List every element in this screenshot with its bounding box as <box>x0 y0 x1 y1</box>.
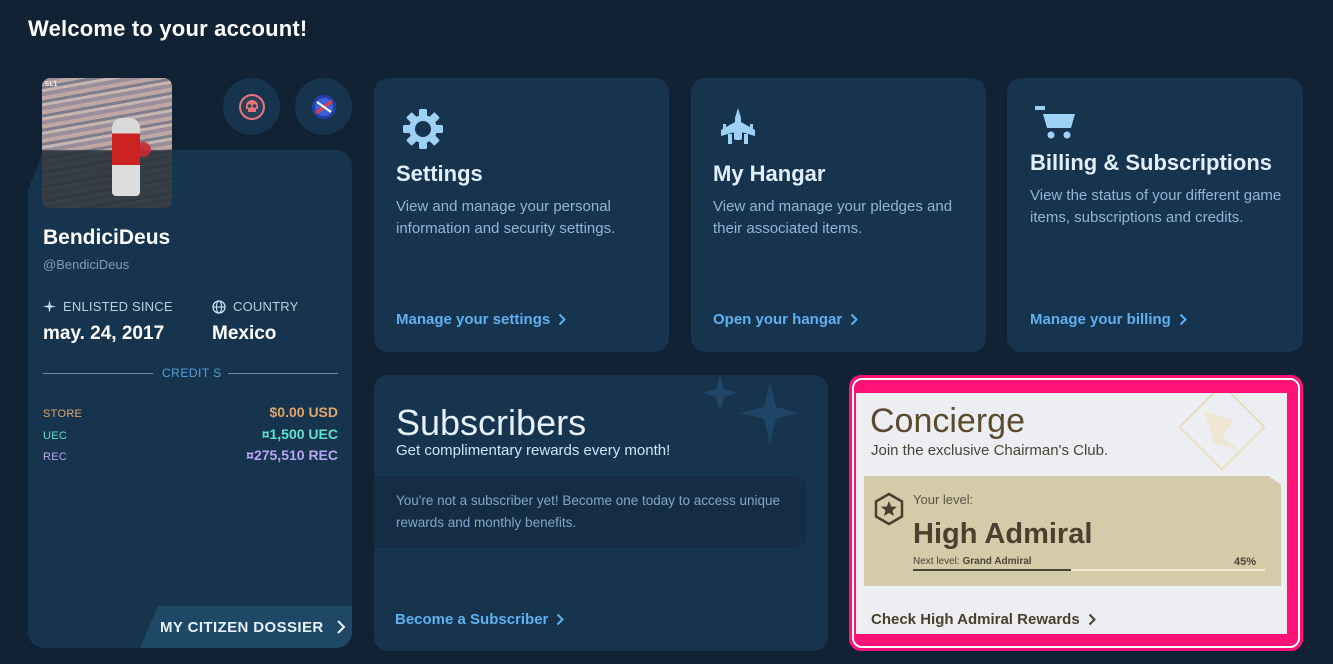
cart-icon <box>1035 106 1075 139</box>
credit-value: ¤1,500 UEC <box>261 426 338 442</box>
level-label: Your level: <box>913 492 974 507</box>
sparkle-icon <box>43 300 56 313</box>
level-progress-fill <box>913 569 1072 571</box>
chevron-right-icon <box>558 313 567 326</box>
chevron-right-icon <box>1088 613 1096 626</box>
credits-divider-left <box>43 373 153 374</box>
subscriber-notice-text: You're not a subscriber yet! Become one … <box>396 493 781 530</box>
user-handle: @BendiciDeus <box>43 257 130 272</box>
level-progress-bar <box>913 569 1265 571</box>
level-progress-percent: 45% <box>1234 556 1257 568</box>
country-value: Mexico <box>212 323 277 344</box>
country-text: COUNTRY <box>233 299 299 314</box>
credit-value: ¤275,510 REC <box>246 447 338 463</box>
citizen-dossier-button[interactable]: MY CITIZEN DOSSIER <box>140 606 352 648</box>
enlisted-since-label: ENLISTED SINCE <box>43 299 173 314</box>
subscribers-subtitle: Get complimentary rewards every month! <box>396 442 671 459</box>
credit-key: UEC <box>43 430 68 442</box>
enlisted-since-value: may. 24, 2017 <box>43 323 165 344</box>
hangar-description: View and manage your pledges and their a… <box>713 198 953 237</box>
check-rewards-link[interactable]: Check High Admiral Rewards <box>871 611 1096 628</box>
next-level: Next level: Grand Admiral <box>913 556 1032 567</box>
profile-card <box>28 150 352 648</box>
credit-row-uec: UEC ¤1,500 UEC <box>43 426 338 442</box>
credit-row-rec: REC ¤275,510 REC <box>43 447 338 463</box>
level-value: High Admiral <box>913 518 1093 550</box>
enlisted-since-text: ENLISTED SINCE <box>63 299 173 314</box>
chevron-right-icon <box>336 620 346 634</box>
star-badge-icon <box>874 492 904 526</box>
next-level-prefix: Next level: <box>913 556 960 567</box>
avatar-label: SL1 <box>45 80 58 88</box>
billing-description: View the status of your different game i… <box>1030 187 1282 226</box>
citizen-dossier-label: MY CITIZEN DOSSIER <box>160 618 324 636</box>
become-subscriber-label: Become a Subscriber <box>395 611 549 628</box>
check-rewards-label: Check High Admiral Rewards <box>871 611 1080 628</box>
chevron-right-icon <box>850 313 859 326</box>
lion-crest-icon <box>1178 393 1266 471</box>
concierge-subtitle: Join the exclusive Chairman's Club. <box>871 442 1109 459</box>
emblem-icon <box>311 94 336 119</box>
credit-row-store: STORE $0.00 USD <box>43 404 338 420</box>
credit-key: STORE <box>43 408 83 420</box>
gear-icon <box>403 109 443 149</box>
username: BendiciDeus <box>43 226 171 249</box>
become-subscriber-link[interactable]: Become a Subscriber <box>395 611 565 628</box>
credits-divider-right <box>228 373 338 374</box>
credit-value: $0.00 USD <box>269 404 338 420</box>
ship-icon <box>721 108 755 144</box>
manage-billing-label: Manage your billing <box>1030 311 1171 328</box>
next-level-value: Grand Admiral <box>962 556 1032 567</box>
org-badge-button[interactable] <box>223 78 280 135</box>
chevron-right-icon <box>557 613 565 626</box>
hangar-title: My Hangar <box>713 161 826 186</box>
org-emblem-button[interactable] <box>295 78 352 135</box>
manage-settings-link[interactable]: Manage your settings <box>396 311 567 328</box>
globe-icon <box>212 299 226 314</box>
billing-title: Billing & Subscriptions <box>1030 150 1273 175</box>
settings-description: View and manage your personal informatio… <box>396 198 616 237</box>
settings-card: Settings View and manage your personal i… <box>374 78 669 352</box>
subscribers-title: Subscribers <box>396 402 587 443</box>
stars-decoration-icon <box>702 375 800 445</box>
settings-title: Settings <box>396 161 483 186</box>
concierge-title: Concierge <box>870 402 1025 440</box>
open-hangar-label: Open your hangar <box>713 311 843 328</box>
credit-key: REC <box>43 451 68 463</box>
hangar-card: My Hangar View and manage your pledges a… <box>691 78 986 352</box>
country-label: COUNTRY <box>212 299 298 314</box>
billing-card: Billing & Subscriptions View the status … <box>1007 78 1303 352</box>
manage-settings-label: Manage your settings <box>396 311 551 328</box>
chevron-right-icon <box>1179 313 1187 326</box>
avatar[interactable]: SL1 <box>42 78 172 208</box>
credits-title: CREDIT S <box>162 366 222 380</box>
skull-icon <box>238 93 265 120</box>
manage-billing-link[interactable]: Manage your billing <box>1030 311 1187 328</box>
open-hangar-link[interactable]: Open your hangar <box>713 311 859 328</box>
page-title: Welcome to your account! <box>28 16 308 41</box>
